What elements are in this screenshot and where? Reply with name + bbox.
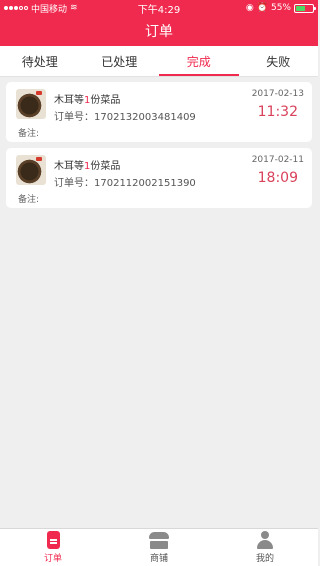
wifi-icon: ≋ <box>70 3 78 13</box>
order-card[interactable]: 木耳等1份菜品 订单号：1702132003481409 备注: 2017-02… <box>6 82 312 142</box>
bottom-tab-label: 商铺 <box>149 553 168 564</box>
location-icon: ◉ <box>245 3 254 13</box>
signal-icon <box>4 6 28 10</box>
bottom-tab-label: 我的 <box>255 554 274 564</box>
bottom-tab-shop[interactable]: 商铺 <box>106 529 212 566</box>
bottom-tab-label: 订单 <box>43 554 62 564</box>
tab-processed[interactable]: 已处理 <box>80 46 160 76</box>
dish-thumbnail <box>16 89 46 119</box>
nav-bar: 订单 <box>0 16 318 46</box>
order-title: 木耳等1份菜品 <box>54 161 121 172</box>
bottom-tab-bar: 订单 商铺 我的 <box>0 528 318 566</box>
status-bar: 中国移动 ≋ 下午4:29 ◉ ⏰ 55% <box>0 0 318 16</box>
bottom-tab-profile[interactable]: 我的 <box>212 529 318 566</box>
order-number: 订单号：1702132003481409 <box>54 112 196 123</box>
order-list: 木耳等1份菜品 订单号：1702132003481409 备注: 2017-02… <box>0 82 318 214</box>
order-card[interactable]: 木耳等1份菜品 订单号：1702112002151390 备注: 2017-02… <box>6 148 312 208</box>
order-date: 2017-02-13 <box>251 89 304 99</box>
order-remark: 备注: <box>18 195 40 205</box>
alarm-icon: ⏰ <box>256 3 268 13</box>
order-number: 订单号：1702112002151390 <box>54 178 196 189</box>
battery-percent: 55% <box>270 3 291 13</box>
order-status-tabs: 待处理 已处理 完成 失败 <box>0 46 318 77</box>
shop-icon <box>149 531 169 549</box>
status-time: 下午4:29 <box>137 4 181 16</box>
order-title: 木耳等1份菜品 <box>54 95 121 106</box>
order-remark: 备注: <box>18 129 40 139</box>
tab-pending[interactable]: 待处理 <box>0 46 80 76</box>
carrier-label: 中国移动 <box>31 4 68 15</box>
profile-icon <box>256 531 274 549</box>
order-date: 2017-02-11 <box>251 155 304 165</box>
order-icon <box>46 531 60 549</box>
bottom-tab-orders[interactable]: 订单 <box>0 529 106 566</box>
order-time: 18:09 <box>257 170 298 186</box>
tab-completed[interactable]: 完成 <box>159 46 239 76</box>
tab-failed[interactable]: 失败 <box>239 46 319 76</box>
page-title: 订单 <box>145 24 173 40</box>
dish-thumbnail <box>16 155 46 185</box>
battery-icon <box>294 3 316 13</box>
order-time: 11:32 <box>257 104 298 120</box>
